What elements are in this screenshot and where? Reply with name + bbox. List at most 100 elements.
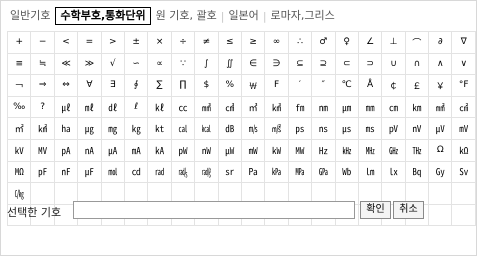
- symbol-cell[interactable]: ㎑: [334, 138, 359, 162]
- symbol-cell[interactable]: −: [30, 31, 55, 54]
- symbol-cell[interactable]: ∇: [451, 31, 476, 54]
- cancel-button[interactable]: 취소: [393, 201, 424, 219]
- symbol-cell[interactable]: ㎎: [100, 117, 126, 140]
- symbol-cell[interactable]: ㎬: [311, 160, 336, 184]
- symbol-cell[interactable]: %: [217, 74, 242, 97]
- symbol-cell[interactable]: ∠: [357, 31, 383, 54]
- symbol-cell[interactable]: ㎓: [381, 138, 406, 162]
- symbol-cell[interactable]: ㏜: [451, 160, 476, 184]
- symbol-cell[interactable]: ∑: [147, 74, 172, 97]
- symbol-cell[interactable]: $: [194, 74, 219, 97]
- symbol-cell[interactable]: ㎃: [123, 138, 149, 162]
- symbol-cell[interactable]: ㎒: [357, 138, 383, 162]
- symbol-cell[interactable]: ㎀: [53, 138, 79, 162]
- symbol-cell[interactable]: ∃: [100, 74, 126, 97]
- symbol-cell[interactable]: ㎫: [287, 160, 313, 184]
- symbol-cell[interactable]: ㎕: [53, 95, 79, 119]
- symbol-cell[interactable]: ㎳: [357, 117, 383, 140]
- tab-3[interactable]: 일본어: [225, 8, 261, 24]
- symbol-cell[interactable]: ㎉: [194, 117, 219, 140]
- symbol-cell[interactable]: ㎮: [170, 160, 196, 184]
- symbol-cell[interactable]: ≡: [6, 52, 32, 76]
- symbol-cell[interactable]: ♂: [311, 31, 336, 54]
- symbol-cell[interactable]: ㎶: [428, 117, 453, 140]
- symbol-cell[interactable]: ⇒: [30, 74, 55, 97]
- symbol-cell[interactable]: °F: [451, 74, 476, 97]
- symbol-cell[interactable]: ㎣: [194, 95, 219, 119]
- symbol-cell[interactable]: ￢: [6, 74, 32, 97]
- symbol-cell[interactable]: ㎚: [311, 95, 336, 119]
- symbol-cell[interactable]: ㎸: [6, 138, 32, 162]
- symbol-cell[interactable]: ℓ: [123, 95, 149, 119]
- symbol-cell[interactable]: ㎋: [53, 160, 79, 184]
- symbol-cell[interactable]: ㎄: [147, 138, 172, 162]
- symbol-cell[interactable]: ㎽: [240, 138, 266, 162]
- symbol-cell[interactable]: ㎡: [6, 117, 32, 140]
- symbol-cell[interactable]: ㎩: [240, 160, 266, 184]
- symbol-cell[interactable]: +: [6, 31, 32, 54]
- symbol-cell[interactable]: ㏛: [217, 160, 242, 184]
- symbol-cell[interactable]: ∀: [77, 74, 102, 97]
- symbol-cell[interactable]: ‰: [6, 95, 32, 119]
- symbol-cell[interactable]: ′: [287, 74, 313, 97]
- symbol-cell[interactable]: Å: [357, 74, 383, 97]
- tab-1[interactable]: 수학부호,통화단위: [55, 7, 151, 25]
- symbol-cell[interactable]: ㎼: [217, 138, 242, 162]
- symbol-cell[interactable]: ⊃: [357, 52, 383, 76]
- symbol-cell[interactable]: ㎢: [30, 117, 55, 140]
- symbol-cell[interactable]: ㏓: [381, 160, 406, 184]
- symbol-cell[interactable]: ℃: [334, 74, 359, 97]
- symbol-cell[interactable]: ㎹: [30, 138, 55, 162]
- symbol-cell[interactable]: ≥: [240, 31, 266, 54]
- symbol-cell[interactable]: ⊆: [287, 52, 313, 76]
- symbol-cell[interactable]: ￦: [240, 74, 266, 97]
- symbol-cell[interactable]: ∮: [123, 74, 149, 97]
- symbol-cell[interactable]: ㎙: [287, 95, 313, 119]
- symbol-cell[interactable]: ㏖: [100, 160, 126, 184]
- symbol-cell[interactable]: ″: [311, 74, 336, 97]
- symbol-cell[interactable]: ㎘: [147, 95, 172, 119]
- symbol-cell[interactable]: =: [77, 31, 102, 54]
- symbol-cell[interactable]: ≫: [77, 52, 102, 76]
- symbol-cell[interactable]: ㎲: [334, 117, 359, 140]
- symbol-cell[interactable]: ㎁: [77, 138, 102, 162]
- symbol-cell[interactable]: ㎻: [194, 138, 219, 162]
- symbol-cell[interactable]: ㏀: [451, 138, 476, 162]
- symbol-cell[interactable]: ∪: [381, 52, 406, 76]
- symbol-cell[interactable]: ㎨: [264, 117, 289, 140]
- symbol-cell[interactable]: ∬: [217, 52, 242, 76]
- symbol-cell[interactable]: ㏅: [123, 160, 149, 184]
- symbol-cell[interactable]: ㎭: [147, 160, 172, 184]
- selected-symbol-input[interactable]: [73, 201, 355, 219]
- symbol-cell[interactable]: ㎾: [264, 138, 289, 162]
- symbol-cell[interactable]: >: [100, 31, 126, 54]
- symbol-cell[interactable]: ㎴: [381, 117, 406, 140]
- tab-2[interactable]: 원 기호, 괄호: [153, 8, 220, 24]
- symbol-cell[interactable]: ￡: [404, 74, 430, 97]
- symbol-cell[interactable]: ㎂: [100, 138, 126, 162]
- symbol-cell[interactable]: ∵: [170, 52, 196, 76]
- symbol-cell[interactable]: ㎊: [30, 160, 55, 184]
- symbol-cell[interactable]: ㏉: [428, 160, 453, 184]
- symbol-cell[interactable]: ㏏: [147, 117, 172, 140]
- symbol-cell[interactable]: ㎧: [240, 117, 266, 140]
- symbol-cell[interactable]: ㎷: [451, 117, 476, 140]
- symbol-cell[interactable]: ㏐: [357, 160, 383, 184]
- symbol-cell[interactable]: ㎪: [264, 160, 289, 184]
- symbol-cell[interactable]: ㎏: [123, 117, 149, 140]
- symbol-cell[interactable]: ㎌: [77, 160, 102, 184]
- tab-4[interactable]: 로마자,그리스: [268, 8, 338, 24]
- symbol-cell[interactable]: ㎖: [77, 95, 102, 119]
- symbol-cell[interactable]: ∫: [194, 52, 219, 76]
- symbol-cell[interactable]: ㏈: [217, 117, 242, 140]
- symbol-cell[interactable]: ?: [30, 95, 55, 119]
- symbol-cell[interactable]: ∴: [287, 31, 313, 54]
- symbol-cell[interactable]: ㎰: [287, 117, 313, 140]
- symbol-cell[interactable]: <: [53, 31, 79, 54]
- symbol-cell[interactable]: ㎵: [404, 117, 430, 140]
- tab-0[interactable]: 일반기호: [7, 8, 53, 24]
- symbol-cell[interactable]: ￠: [381, 74, 406, 97]
- symbol-cell[interactable]: ∞: [264, 31, 289, 54]
- symbol-cell[interactable]: ㎞: [404, 95, 430, 119]
- symbol-cell[interactable]: ⇔: [53, 74, 79, 97]
